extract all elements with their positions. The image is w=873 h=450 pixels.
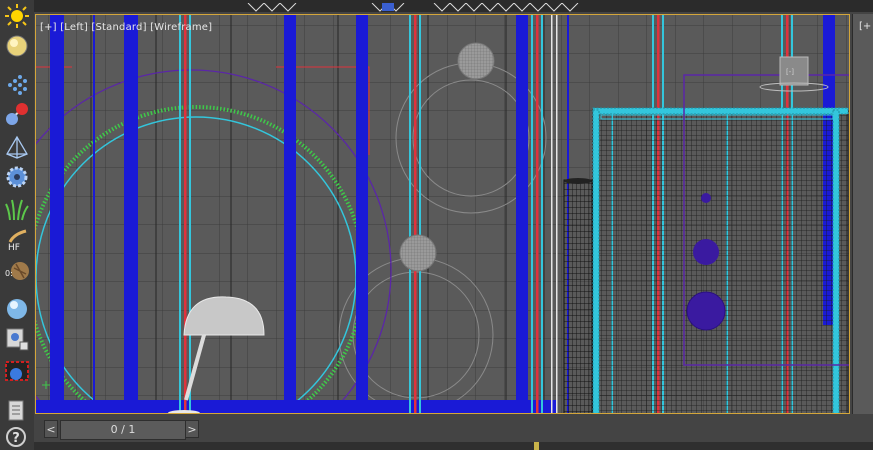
render-setup-icon[interactable] bbox=[4, 326, 30, 352]
texture-icon[interactable]: 0: bbox=[4, 258, 30, 284]
viewport-menu-plus[interactable]: [+] bbox=[40, 22, 57, 33]
help-icon[interactable]: ? bbox=[6, 427, 26, 447]
render-frame-icon[interactable] bbox=[4, 358, 30, 384]
pyramid-mesh-icon[interactable] bbox=[4, 134, 30, 160]
wireframe-scene: [-] bbox=[36, 15, 849, 413]
gear-icon[interactable] bbox=[4, 164, 30, 190]
sun-light-icon[interactable] bbox=[4, 3, 30, 29]
viewport-shading-standard[interactable]: [Standard] bbox=[91, 22, 146, 33]
document-icon[interactable] bbox=[4, 398, 30, 424]
right-viewport-label[interactable]: [+ bbox=[859, 21, 871, 32]
frame-counter: 0 / 1 bbox=[110, 423, 136, 436]
right-viewport[interactable]: [+ bbox=[852, 14, 873, 414]
svg-text:0:: 0: bbox=[5, 269, 13, 278]
timeline-track[interactable] bbox=[34, 442, 873, 450]
left-toolbar: HF 0: bbox=[0, 0, 34, 450]
glass-sphere-icon[interactable] bbox=[4, 296, 30, 322]
particles-icon[interactable] bbox=[4, 71, 30, 97]
sphere-light-icon[interactable] bbox=[4, 33, 30, 59]
svg-text:HF: HF bbox=[8, 243, 20, 253]
timeline-next-arrow[interactable]: > bbox=[185, 420, 199, 438]
top-strip bbox=[34, 0, 873, 12]
molecule-icon[interactable] bbox=[4, 101, 30, 127]
viewport-label: [+] [Left] [Standard] [Wireframe] bbox=[40, 22, 212, 33]
timeline-prev-arrow[interactable]: < bbox=[44, 420, 58, 438]
time-marker[interactable] bbox=[534, 442, 539, 450]
grass-icon[interactable] bbox=[4, 196, 30, 222]
timeline: < 0 / 1 > bbox=[34, 416, 873, 450]
viewport-point-of-view[interactable]: [Left] bbox=[60, 22, 88, 33]
left-viewport[interactable]: [-] [+] [Left] [Standard] [Wireframe] bbox=[35, 14, 850, 414]
time-slider[interactable]: 0 / 1 bbox=[60, 420, 186, 440]
hair-fur-icon[interactable]: HF bbox=[4, 228, 30, 254]
svg-text:[-]: [-] bbox=[786, 68, 794, 76]
viewport-display-mode[interactable]: [Wireframe] bbox=[150, 22, 212, 33]
